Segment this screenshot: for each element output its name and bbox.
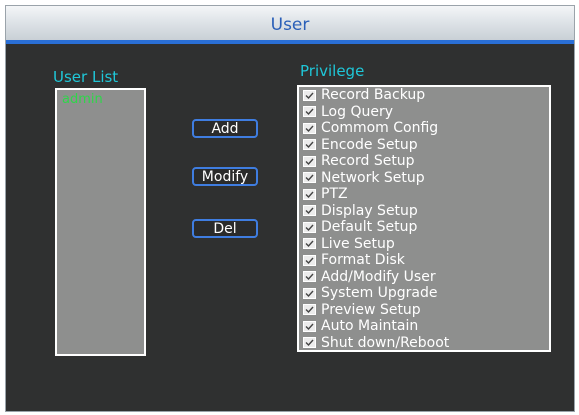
checkbox-checked-icon[interactable] xyxy=(303,139,316,151)
checkbox-checked-icon[interactable] xyxy=(303,188,316,200)
user-list[interactable]: admin xyxy=(55,88,146,356)
checkbox-checked-icon[interactable] xyxy=(303,238,316,250)
user-list-label: User List xyxy=(53,68,119,86)
privilege-item-log-query[interactable]: Log Query xyxy=(299,104,549,121)
window-title: User xyxy=(270,15,310,35)
user-dialog: User User List admin Add Modify Del Priv… xyxy=(5,5,575,412)
checkbox-checked-icon[interactable] xyxy=(303,271,316,283)
privilege-item-system-upgrade[interactable]: System Upgrade xyxy=(299,285,549,302)
checkbox-checked-icon[interactable] xyxy=(303,122,316,134)
user-list-item-admin[interactable]: admin xyxy=(57,90,144,107)
privilege-item-record-setup[interactable]: Record Setup xyxy=(299,153,549,170)
checkbox-checked-icon[interactable] xyxy=(303,254,316,266)
privilege-item-label: Record Backup xyxy=(321,87,426,104)
privilege-item-label: Shut down/Reboot xyxy=(321,334,450,351)
checkbox-checked-icon[interactable] xyxy=(303,320,316,332)
privilege-item-display-setup[interactable]: Display Setup xyxy=(299,203,549,220)
checkbox-checked-icon[interactable] xyxy=(303,304,316,316)
privilege-item-format-disk[interactable]: Format Disk xyxy=(299,252,549,269)
privilege-item-encode-setup[interactable]: Encode Setup xyxy=(299,137,549,154)
checkbox-checked-icon[interactable] xyxy=(303,106,316,118)
del-button[interactable]: Del xyxy=(192,219,258,238)
privilege-item-label: Commom Config xyxy=(321,120,439,137)
privilege-item-label: Preview Setup xyxy=(321,301,421,318)
privilege-item-label: Format Disk xyxy=(321,252,405,269)
title-bar: User xyxy=(6,6,574,44)
checkbox-checked-icon[interactable] xyxy=(303,155,316,167)
modify-button[interactable]: Modify xyxy=(192,167,258,186)
privilege-item-record-backup[interactable]: Record Backup xyxy=(299,87,549,104)
checkbox-checked-icon[interactable] xyxy=(303,89,316,101)
privilege-item-label: PTZ xyxy=(321,186,348,203)
privilege-item-label: Network Setup xyxy=(321,169,425,186)
privilege-list: Record Backup Log Query Commom Config Encod… xyxy=(297,85,551,352)
privilege-item-label: System Upgrade xyxy=(321,285,438,302)
privilege-item-default-setup[interactable]: Default Setup xyxy=(299,219,549,236)
privilege-label: Privilege xyxy=(300,62,365,80)
checkbox-checked-icon[interactable] xyxy=(303,337,316,349)
checkbox-checked-icon[interactable] xyxy=(303,205,316,217)
privilege-item-label: Log Query xyxy=(321,103,394,120)
privilege-item-network-setup[interactable]: Network Setup xyxy=(299,170,549,187)
privilege-item-auto-maintain[interactable]: Auto Maintain xyxy=(299,318,549,335)
privilege-item-label: Display Setup xyxy=(321,202,418,219)
privilege-item-label: Auto Maintain xyxy=(321,318,419,335)
privilege-item-label: Default Setup xyxy=(321,219,418,236)
privilege-item-preview-setup[interactable]: Preview Setup xyxy=(299,302,549,319)
privilege-item-live-setup[interactable]: Live Setup xyxy=(299,236,549,253)
privilege-item-ptz[interactable]: PTZ xyxy=(299,186,549,203)
privilege-item-label: Add/Modify User xyxy=(321,268,436,285)
privilege-item-shut-down-reboot[interactable]: Shut down/Reboot xyxy=(299,334,549,351)
checkbox-checked-icon[interactable] xyxy=(303,172,316,184)
checkbox-checked-icon[interactable] xyxy=(303,221,316,233)
privilege-item-label: Live Setup xyxy=(321,235,395,252)
privilege-item-label: Record Setup xyxy=(321,153,415,170)
add-button[interactable]: Add xyxy=(192,119,258,138)
checkbox-checked-icon[interactable] xyxy=(303,287,316,299)
privilege-item-commom-config[interactable]: Commom Config xyxy=(299,120,549,137)
privilege-item-label: Encode Setup xyxy=(321,136,418,153)
privilege-item-add-modify-user[interactable]: Add/Modify User xyxy=(299,269,549,286)
